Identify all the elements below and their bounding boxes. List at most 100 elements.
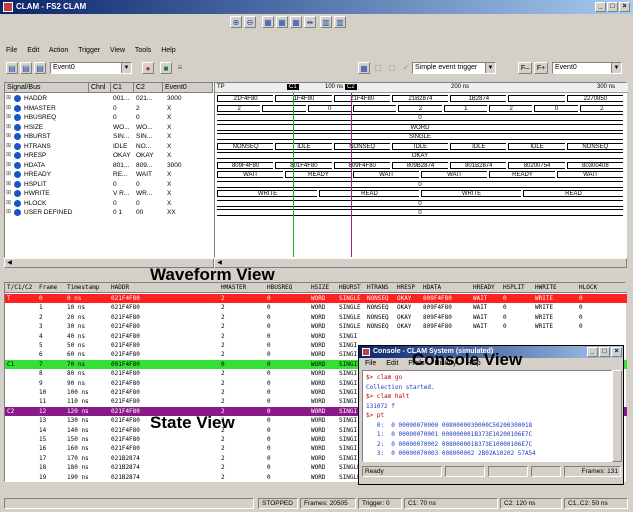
state-cell: 0: [267, 445, 271, 453]
waveform-panel[interactable]: TP C1 100 ns C2 200 ns 300 ns 21F4F80 1F4…: [214, 82, 628, 258]
expand-icon[interactable]: ⊞: [6, 104, 12, 113]
state-row[interactable]: 1 10 ns 021F4F80 2 0 WORD SINGLE NONSEQ OKAY 809F…: [5, 303, 627, 312]
waveform-row: NONSEQ IDLE NONSEQ IDLE IDLE IDLE NONSEQ: [215, 142, 628, 151]
signal-row[interactable]: ⊞ HRESP OKAY OKAY X: [5, 151, 215, 160]
trigger-mode-select[interactable]: Simple event trigger ▼: [412, 62, 496, 74]
menu-action[interactable]: Action: [49, 47, 68, 54]
zoom-span-icon[interactable]: ⇹: [304, 16, 316, 28]
signal-row[interactable]: ⊞ HTRANS IDLE NO... X: [5, 142, 215, 151]
state-col-header[interactable]: HBURST: [339, 283, 361, 292]
state-col-header[interactable]: Timestamp: [67, 283, 100, 292]
check-icon[interactable]: ✓: [400, 62, 412, 74]
wave-hscroll[interactable]: ◀: [214, 258, 627, 268]
close-button[interactable]: ×: [619, 2, 630, 12]
run-icon[interactable]: ●: [142, 62, 154, 74]
tool1-icon[interactable]: ▤: [6, 62, 18, 74]
f-minus-button[interactable]: F–: [518, 62, 532, 74]
expand-icon[interactable]: ⊞: [6, 208, 12, 217]
signal-row[interactable]: ⊞ HBURST SIN... SIN... X: [5, 132, 215, 141]
trig3-icon[interactable]: ▢: [386, 62, 398, 74]
event-select[interactable]: Event0 ▼: [50, 62, 132, 74]
waveform-segment: IDLE: [508, 142, 565, 150]
signal-row[interactable]: ⊞ HLOCK 0 0 X: [5, 199, 215, 208]
expand-icon[interactable]: ⊞: [6, 170, 12, 179]
event-select-2[interactable]: Event0 ▼: [552, 62, 622, 74]
expand-icon[interactable]: ⊞: [6, 142, 12, 151]
state-col-header[interactable]: T/C1/C2: [7, 283, 32, 292]
f-plus-button[interactable]: F+: [534, 62, 548, 74]
cursor-c1[interactable]: [293, 93, 294, 257]
maximize-button[interactable]: □: [607, 2, 618, 12]
layout-icon[interactable]: ▥: [320, 16, 332, 28]
state-col-header[interactable]: HLOCK: [579, 283, 597, 292]
state-row[interactable]: T 0 0 ns 021F4F80 2 0 WORD SINGLE NONSEQ OKAY 809F…: [5, 294, 627, 304]
console-menu-edit[interactable]: Edit: [386, 360, 398, 367]
signal-row[interactable]: ⊞ HDATA 801... 809... 3000: [5, 161, 215, 170]
console-menu-file[interactable]: File: [365, 360, 376, 367]
zoom-region-icon[interactable]: ▦: [276, 16, 288, 28]
signal-row[interactable]: ⊞ HSPLIT 0 0 X: [5, 180, 215, 189]
menu-tools[interactable]: Tools: [135, 47, 151, 54]
menu-edit[interactable]: Edit: [27, 47, 39, 54]
menu-view[interactable]: View: [110, 47, 125, 54]
state-col-header[interactable]: HWRITE: [535, 283, 557, 292]
signal-row[interactable]: ⊞ HREADY RE... WAIT X: [5, 170, 215, 179]
menu-trigger[interactable]: Trigger: [78, 47, 100, 54]
console-close-button[interactable]: ×: [611, 347, 622, 357]
layout2-icon[interactable]: ▥: [334, 16, 346, 28]
col-c1[interactable]: C1: [111, 83, 134, 93]
state-col-header[interactable]: HBUSREQ: [267, 283, 292, 292]
state-row[interactable]: 2 20 ns 021F4F80 2 0 WORD SINGLE NONSEQ OKAY 809F…: [5, 313, 627, 322]
col-chnl[interactable]: Chnl: [89, 83, 111, 93]
state-row[interactable]: 4 40 ns 021F4F80 2 0 WORD SINGI: [5, 332, 627, 341]
tool3-icon[interactable]: ▤: [34, 62, 46, 74]
col-event0[interactable]: Event0: [163, 83, 213, 93]
console-output[interactable]: $> clam go Collection started. $> clam hal…: [362, 370, 612, 462]
console-maximize-button[interactable]: □: [599, 347, 610, 357]
tool2-icon[interactable]: ▤: [20, 62, 32, 74]
signal-row[interactable]: ⊞ HADDR 001... 021... 3000: [5, 94, 215, 103]
expand-icon[interactable]: ⊞: [6, 123, 12, 132]
console-minimize-button[interactable]: _: [587, 347, 598, 357]
signal-row[interactable]: ⊞ HBUSREQ 0 0 X: [5, 113, 215, 122]
settings-icon[interactable]: ≡: [174, 62, 186, 74]
expand-icon[interactable]: ⊞: [6, 113, 12, 122]
expand-icon[interactable]: ⊞: [6, 161, 12, 170]
signal-row[interactable]: ⊞ USER DEFINED 0 1 00 XX: [5, 208, 215, 217]
signal-row[interactable]: ⊞ HMASTER 0 2 X: [5, 104, 215, 113]
expand-icon[interactable]: ⊞: [6, 94, 12, 103]
col-c2[interactable]: C2: [134, 83, 163, 93]
scroll-left-icon[interactable]: ◀: [5, 259, 14, 267]
state-row[interactable]: 3 30 ns 021F4F80 2 0 WORD SINGLE NONSEQ OKAY 809F…: [5, 322, 627, 331]
expand-icon[interactable]: ⊞: [6, 189, 12, 198]
state-col-header[interactable]: HMASTER: [221, 283, 246, 292]
state-col-header[interactable]: HREADY: [473, 283, 495, 292]
cursor-c2[interactable]: [351, 93, 352, 257]
console-vscroll[interactable]: [612, 370, 622, 462]
expand-icon[interactable]: ⊞: [6, 199, 12, 208]
state-col-header[interactable]: HSPLIT: [503, 283, 525, 292]
zoom-out-icon[interactable]: ⊖: [244, 16, 256, 28]
state-col-header[interactable]: Frame: [39, 283, 57, 292]
zoom-cursor-icon[interactable]: ▦: [290, 16, 302, 28]
menu-help[interactable]: Help: [161, 47, 175, 54]
state-col-header[interactable]: HADDR: [111, 283, 129, 292]
trig1-icon[interactable]: ▦: [358, 62, 370, 74]
zoom-fit-icon[interactable]: ▦: [262, 16, 274, 28]
state-col-header[interactable]: HRESP: [397, 283, 415, 292]
step-icon[interactable]: ■: [160, 62, 172, 74]
expand-icon[interactable]: ⊞: [6, 180, 12, 189]
signal-row[interactable]: ⊞ HSIZE WO... WO... X: [5, 123, 215, 132]
col-signal[interactable]: Signal/Bus: [5, 83, 89, 93]
minimize-button[interactable]: _: [595, 2, 606, 12]
trig2-icon[interactable]: ▢: [372, 62, 384, 74]
menu-file[interactable]: File: [6, 47, 17, 54]
state-col-header[interactable]: HTRANS: [367, 283, 389, 292]
state-col-header[interactable]: HDATA: [423, 283, 441, 292]
expand-icon[interactable]: ⊞: [6, 132, 12, 141]
state-cell: 2: [221, 464, 225, 472]
state-col-header[interactable]: HSIZE: [311, 283, 329, 292]
zoom-in-icon[interactable]: ⊕: [230, 16, 242, 28]
signal-row[interactable]: ⊞ HWRITE V R... WR... X: [5, 189, 215, 198]
expand-icon[interactable]: ⊞: [6, 151, 12, 160]
